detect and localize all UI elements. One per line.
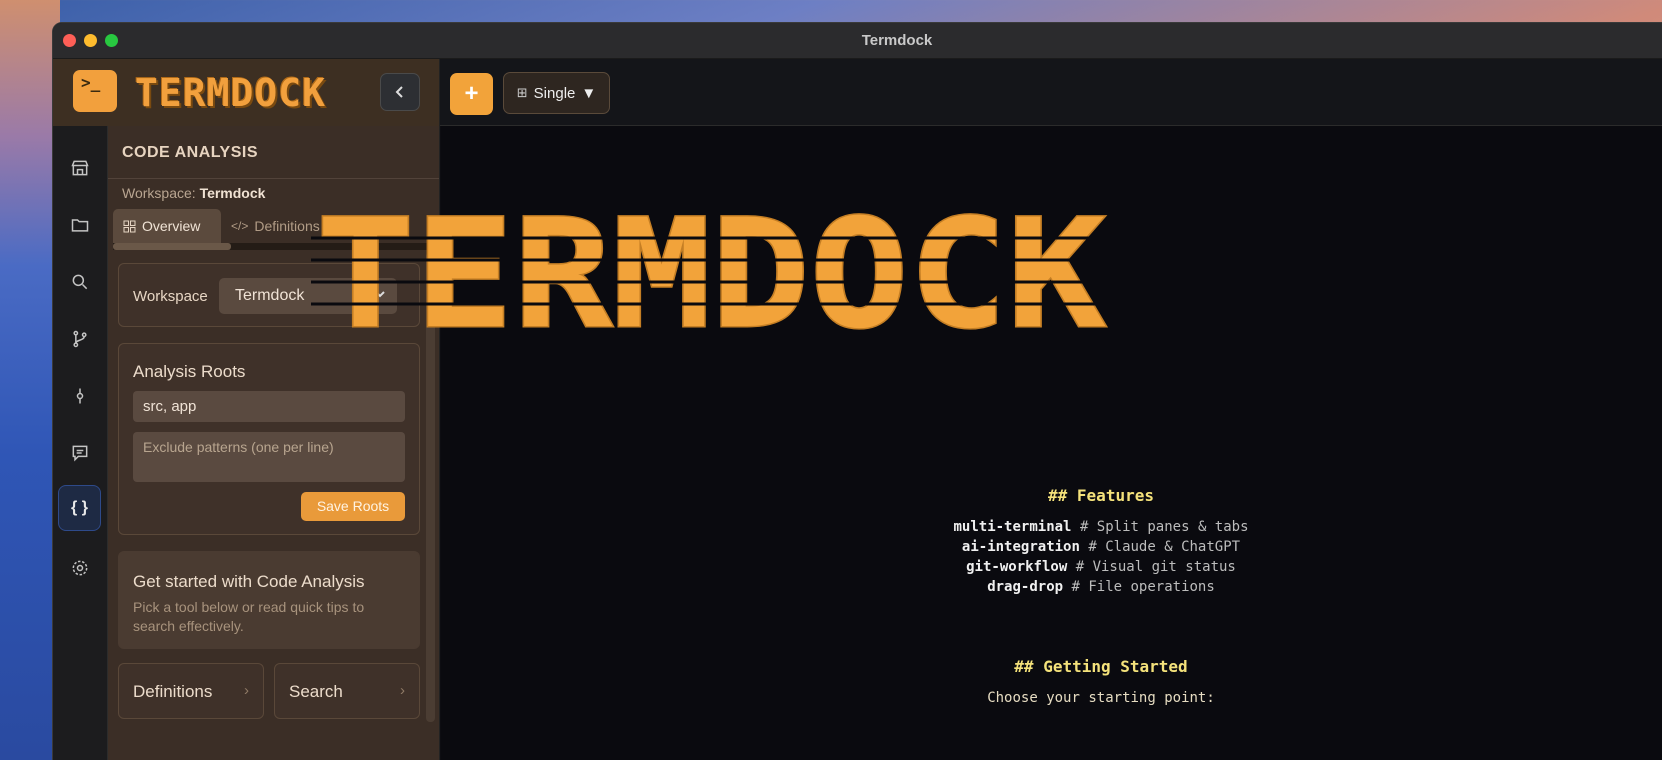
code-tag-icon: </> [231,219,249,233]
save-roots-button[interactable]: Save Roots [301,492,405,521]
divider [108,178,439,179]
brand-name: TERMDOCK [135,71,327,115]
workspace-name: Termdock [199,185,266,201]
feature-name: multi-terminal [953,519,1072,535]
app-toolbar: >_ TERMDOCK + ⊞ Single ▼ [53,59,1662,126]
brand-area: >_ TERMDOCK [53,59,440,126]
terminal-logo-icon: >_ [73,70,117,112]
app-window: Termdock >_ TERMDOCK + ⊞ Single ▼ {} CO… [52,22,1662,760]
feature-desc: # Split panes & tabs [1079,519,1249,535]
feature-name: drag-drop [987,579,1064,595]
link-label: Search [289,682,343,701]
feature-desc: # Visual git status [1075,559,1236,575]
get-started-heading: Get started with Code Analysis [133,572,365,591]
choose-text: Choose your starting point: [987,690,1215,706]
feature-line: ai-integration # Claude & ChatGPT [441,537,1662,557]
new-terminal-button[interactable]: + [450,73,493,115]
grid-icon [123,220,136,232]
features-list: multi-terminal # Split panes & tabs ai-i… [441,517,1662,597]
roots-input[interactable]: src, app [133,391,405,422]
git-branch-icon[interactable] [58,317,101,360]
chevron-left-icon [395,86,403,98]
feature-desc: # Claude & ChatGPT [1088,539,1241,555]
definitions-link-card[interactable]: Definitions › [118,663,264,719]
workspace-selected-value: Termdock [235,287,305,304]
settings-icon[interactable] [58,546,101,589]
roots-heading: Analysis Roots [133,362,246,381]
tabs-scroll-thumb[interactable] [113,243,231,250]
search-icon[interactable] [58,260,101,303]
icon-rail: { } [53,126,108,760]
get-started-body: Pick a tool below or read quick tips to … [133,599,365,634]
feature-name: ai-integration [961,539,1080,555]
folder-icon[interactable] [58,203,101,246]
feature-desc: # File operations [1071,579,1215,595]
title-bar: Termdock [53,23,1662,59]
analysis-roots-card: Analysis Roots src, app Exclude patterns… [118,343,420,535]
banner-text: TERMDOCK [316,208,1106,338]
workspace-prefix: Workspace: [122,185,196,201]
chat-icon[interactable] [58,431,101,474]
feature-line: git-workflow # Visual git status [441,557,1662,577]
dropdown-arrow-icon: ▼ [581,84,597,102]
git-commit-icon[interactable] [58,374,101,417]
feature-line: multi-terminal # Split panes & tabs [441,517,1662,537]
workspace-line: Workspace: Termdock [122,185,265,201]
desktop-wallpaper [0,0,60,760]
tab-label: Definitions [254,218,320,234]
feature-name: git-workflow [966,559,1068,575]
tab-overview[interactable]: Overview [113,209,221,243]
search-link-card[interactable]: Search › [274,663,420,719]
chevron-right-icon: › [400,682,405,699]
chevron-right-icon: › [244,682,249,699]
grid-icon: ⊞ [516,85,528,100]
exclude-patterns-textarea[interactable]: Exclude patterns (one per line) [133,432,405,482]
code-braces-icon[interactable]: { } [58,485,101,531]
workspace-label: Workspace [133,288,208,305]
features-heading: ## Features [1048,486,1154,505]
getting-started-heading: ## Getting Started [1014,657,1188,676]
store-icon[interactable] [58,146,101,189]
feature-line: drag-drop # File operations [441,577,1662,597]
layout-label: Single [533,84,576,102]
panel-title: CODE ANALYSIS [122,144,259,161]
link-label: Definitions [133,682,213,701]
get-started-card: Get started with Code Analysis Pick a to… [118,551,420,649]
layout-select[interactable]: ⊞ Single ▼ [503,72,610,114]
collapse-sidebar-button[interactable] [380,73,420,111]
termdock-ascii-banner: TERMDOCK [311,208,1111,338]
tab-label: Overview [142,218,201,234]
window-title: Termdock [861,32,933,49]
